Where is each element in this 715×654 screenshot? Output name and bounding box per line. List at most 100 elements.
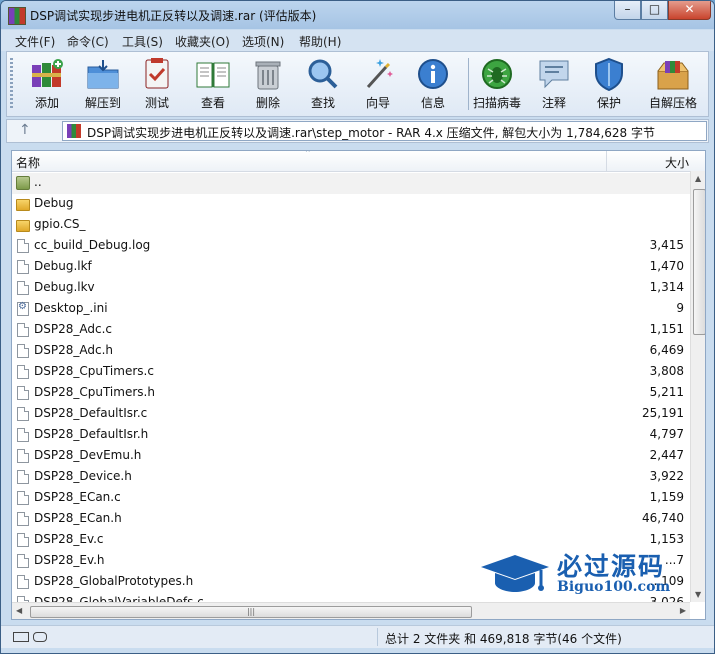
status-divider xyxy=(377,628,378,646)
add-button[interactable]: 添加 xyxy=(19,54,75,114)
file-icon xyxy=(17,554,29,568)
file-size: 5,211 xyxy=(649,385,684,399)
file-row[interactable]: Debug.lkf 1,470 xyxy=(12,257,690,278)
scroll-left-arrow-icon[interactable]: ◀ xyxy=(16,606,22,615)
file-name: DSP28_CpuTimers.c xyxy=(34,364,154,378)
file-name: DSP28_DefaultIsr.h xyxy=(34,427,149,441)
file-row[interactable]: DSP28_ECan.c 1,159 xyxy=(12,488,690,509)
column-divider[interactable] xyxy=(606,151,607,171)
status-text: 总计 2 文件夹 和 469,818 字节(46 个文件) xyxy=(385,632,622,646)
file-size: 3,922 xyxy=(649,469,684,483)
close-button[interactable]: ✕ xyxy=(668,1,711,20)
file-size: 46,740 xyxy=(642,511,684,525)
menu-command[interactable]: 命令(C) xyxy=(67,33,109,50)
menu-bar: 文件(F) 命令(C) 工具(S) 收藏夹(O) 选项(N) 帮助(H) xyxy=(1,30,714,51)
horizontal-scrollbar[interactable]: ◀ ||| ▶ xyxy=(12,602,690,619)
sfx-icon xyxy=(657,61,689,90)
maximize-button[interactable]: □ xyxy=(641,1,668,20)
file-row[interactable]: DSP28_GlobalPrototypes.h ...109 xyxy=(12,572,690,593)
file-size: 1,159 xyxy=(649,490,684,504)
file-row[interactable]: DSP28_Adc.c 1,151 xyxy=(12,320,690,341)
file-row[interactable]: Debug xyxy=(12,194,690,215)
vertical-scroll-thumb[interactable] xyxy=(693,189,705,335)
address-field[interactable]: DSP调试实现步进电机正反转以及调速.rar\step_motor - RAR … xyxy=(62,121,707,141)
file-icon xyxy=(17,449,29,463)
menu-tools[interactable]: 工具(S) xyxy=(122,33,163,50)
file-row[interactable]: Desktop_.ini 9 xyxy=(12,299,690,320)
file-icon xyxy=(17,575,29,589)
delete-button[interactable]: 删除 xyxy=(240,54,296,114)
file-size: 6,469 xyxy=(649,343,684,357)
menu-options[interactable]: 选项(N) xyxy=(242,33,284,50)
file-row[interactable]: gpio.CS_ xyxy=(12,215,690,236)
folder-icon xyxy=(16,220,30,232)
sfx-label: 自解压格 xyxy=(648,96,697,110)
file-row[interactable]: DSP28_DefaultIsr.h 4,797 xyxy=(12,425,690,446)
vertical-scrollbar[interactable]: ▲ ▼ xyxy=(690,171,705,602)
scroll-up-arrow-icon[interactable]: ▲ xyxy=(695,174,701,183)
view-button[interactable]: 查看 xyxy=(185,54,241,114)
drive-icon[interactable] xyxy=(13,632,29,642)
file-row[interactable]: DSP28_Ev.c 1,153 xyxy=(12,530,690,551)
file-row[interactable]: Debug.lkv 1,314 xyxy=(12,278,690,299)
wizard-icon xyxy=(366,59,393,89)
protect-label: 保护 xyxy=(596,96,621,110)
file-row[interactable]: DSP28_DevEmu.h 2,447 xyxy=(12,446,690,467)
file-row[interactable]: DSP28_CpuTimers.h 5,211 xyxy=(12,383,690,404)
status-icons xyxy=(13,631,47,645)
test-icon xyxy=(145,58,169,89)
virus-scan-button[interactable]: 扫描病毒 xyxy=(469,54,525,114)
test-button[interactable]: 测试 xyxy=(129,54,185,114)
comment-button[interactable]: 注释 xyxy=(526,54,582,114)
file-name: Debug.lkv xyxy=(34,280,95,294)
protect-button[interactable]: 保护 xyxy=(581,54,637,114)
file-name: gpio.CS_ xyxy=(34,217,86,231)
view-icon xyxy=(196,62,230,88)
horizontal-scroll-thumb[interactable]: ||| xyxy=(30,606,472,618)
comment-icon xyxy=(539,60,569,89)
file-name: Debug xyxy=(34,196,74,210)
key-icon[interactable] xyxy=(33,632,47,642)
file-name: Desktop_.ini xyxy=(34,301,108,315)
wizard-button[interactable]: 向导 xyxy=(350,54,406,114)
minimize-button[interactable]: – xyxy=(614,1,641,20)
sort-indicator-icon: ⌃ xyxy=(304,150,312,159)
file-icon xyxy=(17,512,29,526)
file-row[interactable]: DSP28_CpuTimers.c 3,808 xyxy=(12,362,690,383)
menu-favorites[interactable]: 收藏夹(O) xyxy=(175,33,230,50)
file-row[interactable]: DSP28_Adc.h 6,469 xyxy=(12,341,690,362)
file-name: DSP28_DefaultIsr.c xyxy=(34,406,148,420)
file-row[interactable]: DSP28_DefaultIsr.c 25,191 xyxy=(12,404,690,425)
title-bar[interactable]: DSP调试实现步进电机正反转以及调速.rar (评估版本) – □ ✕ xyxy=(1,1,714,29)
find-button[interactable]: 查找 xyxy=(295,54,351,114)
virus-scan-icon xyxy=(482,59,512,89)
file-icon xyxy=(17,407,29,421)
file-size: 3,808 xyxy=(649,364,684,378)
column-header-name[interactable]: 名称 xyxy=(16,154,40,171)
file-icon xyxy=(17,533,29,547)
add-archive-icon xyxy=(32,59,63,87)
file-icon xyxy=(17,386,29,400)
file-row[interactable]: .. xyxy=(12,173,690,194)
file-row[interactable]: cc_build_Debug.log 3,415 xyxy=(12,236,690,257)
info-button[interactable]: 信息 xyxy=(405,54,461,114)
menu-file[interactable]: 文件(F) xyxy=(15,33,55,50)
up-arrow-icon[interactable]: ↑ xyxy=(19,122,31,138)
delete-icon xyxy=(255,61,281,90)
settings-file-icon xyxy=(17,301,29,316)
file-row[interactable]: DSP28_Ev.h ...7 xyxy=(12,551,690,572)
sfx-button[interactable]: 自解压格 xyxy=(645,54,701,114)
scroll-down-arrow-icon[interactable]: ▼ xyxy=(695,590,701,599)
info-icon xyxy=(418,59,448,89)
archive-icon xyxy=(67,124,81,138)
column-header-size[interactable]: 大小 xyxy=(665,154,689,171)
scroll-right-arrow-icon[interactable]: ▶ xyxy=(680,606,686,615)
file-size: 1,153 xyxy=(649,532,684,546)
status-bar: 总计 2 文件夹 和 469,818 字节(46 个文件) xyxy=(1,625,714,648)
find-icon xyxy=(308,59,338,89)
file-icon xyxy=(17,344,29,358)
file-row[interactable]: DSP28_Device.h 3,922 xyxy=(12,467,690,488)
file-row[interactable]: DSP28_ECan.h 46,740 xyxy=(12,509,690,530)
menu-help[interactable]: 帮助(H) xyxy=(299,33,341,50)
file-size: 25,191 xyxy=(642,406,684,420)
